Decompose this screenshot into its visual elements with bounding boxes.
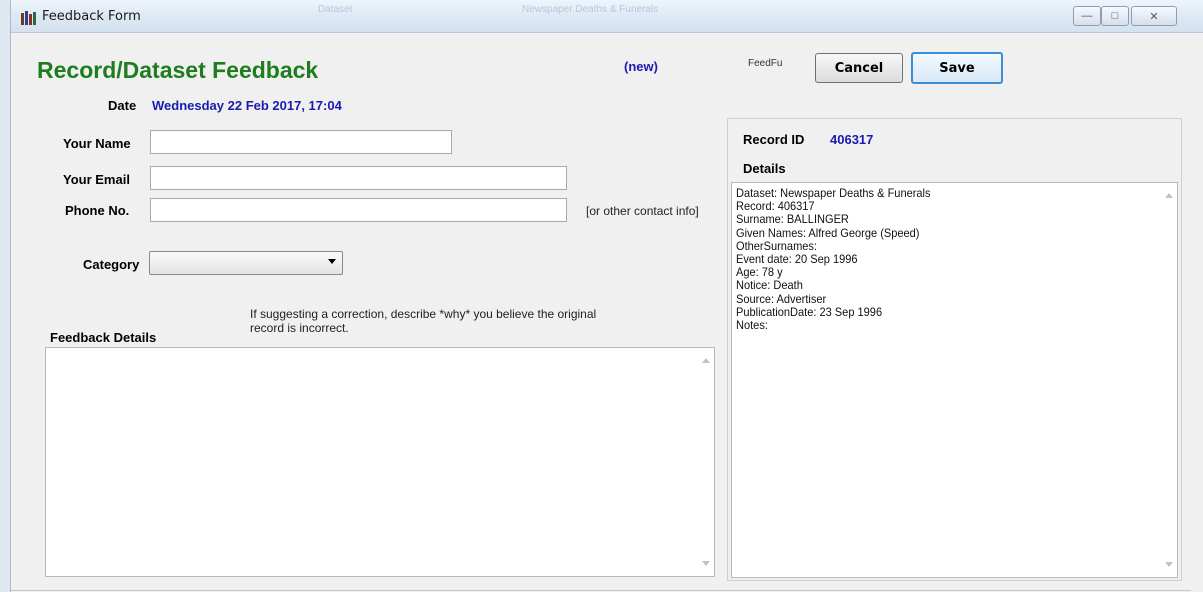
close-button[interactable]: ✕ [1131, 6, 1177, 26]
window-title: Feedback Form [42, 9, 141, 24]
record-detail-line: Surname: BALLINGER [736, 212, 849, 227]
feedback-details-textarea[interactable] [45, 347, 715, 577]
phone-hint: [or other contact info] [586, 204, 699, 218]
page-title: Record/Dataset Feedback [37, 57, 319, 83]
email-field[interactable] [150, 166, 567, 190]
record-id-value: 406317 [830, 132, 874, 147]
scroll-down-icon[interactable] [1165, 562, 1173, 567]
window-bottom-border [11, 590, 1191, 591]
phone-label: Phone No. [65, 203, 130, 218]
record-detail-line: Source: Advertiser [736, 291, 827, 306]
date-value: Wednesday 22 Feb 2017, 17:04 [152, 98, 342, 113]
record-details-text: Dataset: Newspaper Deaths & Funerals Reco… [736, 186, 931, 333]
scroll-up-icon[interactable] [1165, 193, 1173, 198]
details-scrollbar[interactable] [1160, 183, 1177, 577]
phone-field[interactable] [150, 198, 567, 222]
email-label: Your Email [63, 172, 130, 187]
name-field[interactable] [150, 130, 452, 154]
app-books-icon [21, 11, 36, 25]
title-bar: Feedback Form Dataset Newspaper Deaths &… [0, 0, 1203, 33]
scroll-down-icon[interactable] [702, 561, 710, 566]
record-details-label: Details [743, 161, 786, 176]
record-details-textbox[interactable]: Dataset: Newspaper Deaths & Funerals Reco… [731, 182, 1178, 578]
save-button[interactable]: Save [911, 52, 1003, 84]
date-label: Date [108, 98, 137, 113]
background-ghost-text: Newspaper Deaths & Funerals [522, 4, 659, 15]
record-id-label: Record ID [743, 132, 805, 147]
feedback-hint-line2: record is incorrect. [250, 321, 349, 335]
category-select[interactable] [149, 251, 343, 275]
form-code-label: FeedFu [748, 58, 783, 69]
record-detail-line: Given Names: Alfred George (Speed) [736, 225, 920, 240]
record-detail-line: Notes: [736, 318, 768, 333]
name-label: Your Name [63, 136, 131, 151]
minimize-icon: — [1081, 10, 1093, 22]
category-label: Category [83, 257, 140, 272]
maximize-icon: □ [1111, 10, 1119, 22]
cancel-button[interactable]: Cancel [815, 53, 903, 83]
maximize-button[interactable]: □ [1101, 6, 1129, 26]
chevron-down-icon [328, 259, 336, 264]
status-badge: (new) [624, 59, 658, 74]
close-icon: ✕ [1149, 10, 1159, 23]
record-detail-line: Notice: Death [736, 278, 803, 293]
feedback-hint-line1: If suggesting a correction, describe *wh… [250, 307, 597, 321]
feedback-scrollbar[interactable] [697, 348, 714, 576]
minimize-button[interactable]: — [1073, 6, 1101, 26]
window-left-frame [0, 0, 11, 592]
scroll-up-icon[interactable] [702, 358, 710, 363]
background-ghost-text: Dataset [318, 4, 353, 15]
feedback-details-label: Feedback Details [50, 330, 157, 345]
